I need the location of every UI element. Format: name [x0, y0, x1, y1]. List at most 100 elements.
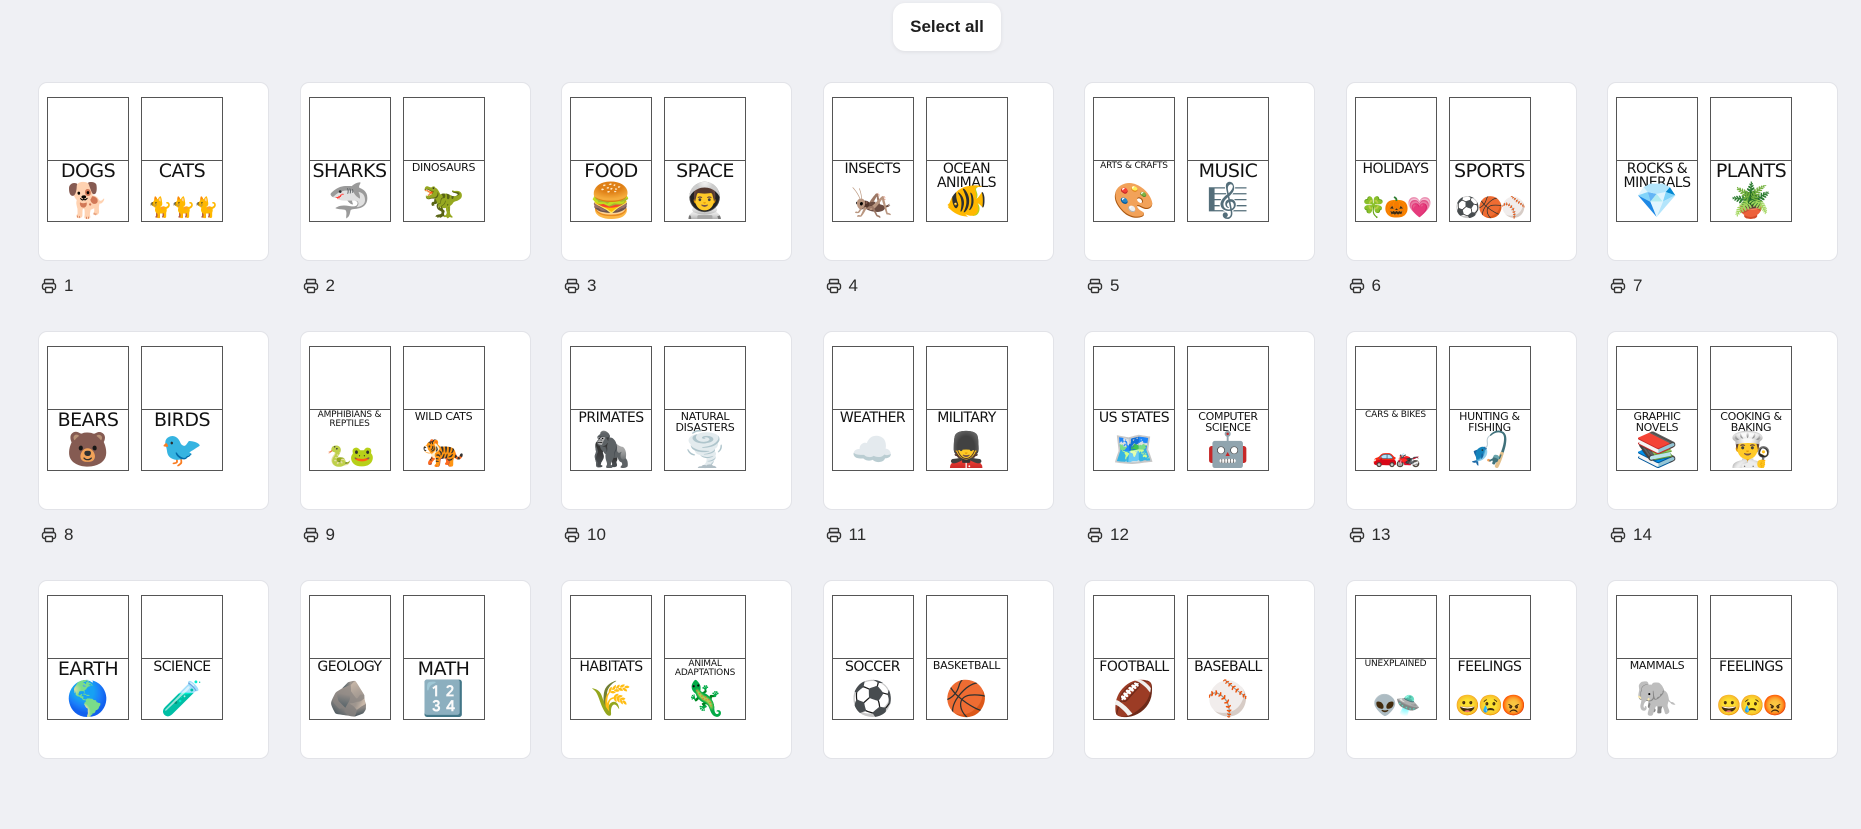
label-title: CARS & BIKES — [1365, 410, 1426, 420]
page-thumbnail[interactable]: FOOD 🍔 SPACE 👨‍🚀 — [561, 82, 792, 261]
printer-icon — [303, 278, 319, 294]
label-picture-icon: 👨‍🚀 — [683, 182, 727, 220]
page-thumbnail[interactable]: WEATHER ☁️ MILITARY 💂 — [822, 331, 1054, 510]
page-thumbnail[interactable]: ROCKS & MINERALS 💎 PLANTS 🪴 — [1607, 82, 1838, 261]
label-title: BIRDS — [153, 409, 211, 431]
label-title: INSECTS — [844, 161, 901, 177]
label-title: HABITATS — [579, 659, 643, 675]
book-bin-label: PRIMATES 🦍 — [570, 346, 652, 471]
book-bin-label: ANIMAL ADAPTATIONS 🦎 — [664, 595, 746, 720]
printer-icon — [564, 527, 580, 543]
page-item: HABITATS 🌾 ANIMAL ADAPTATIONS 🦎 — [561, 580, 792, 829]
page-thumbnail[interactable]: INSECTS 🦗 OCEAN ANIMALS 🐠 — [822, 82, 1054, 261]
page-thumbnail[interactable]: ARTS & CRAFTS 🎨 MUSIC 🎼 — [1084, 82, 1315, 261]
label-picture-icon: 🐻 — [66, 431, 110, 469]
page-item: UNEXPLAINED 👽🛸 FEELINGS 😀😢😡 — [1345, 580, 1577, 829]
label-picture-icon: ☁️ — [851, 431, 894, 469]
page-thumbnail[interactable]: US STATES 🗺️ COMPUTER SCIENCE 🤖 — [1084, 331, 1315, 510]
label-picture-icon: 🧪 — [160, 680, 204, 718]
label-picture-icon: 🐦 — [160, 431, 204, 469]
page-number-label: 6 — [1371, 276, 1381, 295]
page-thumbnail[interactable]: HABITATS 🌾 ANIMAL ADAPTATIONS 🦎 — [561, 580, 792, 759]
page-thumbnail[interactable]: SOCCER ⚽ BASKETBALL 🏀 — [822, 580, 1054, 759]
label-picture-icon: 🦎 — [683, 680, 727, 718]
page-number: 7 — [1610, 276, 1642, 296]
book-bin-label: BASKETBALL 🏀 — [925, 595, 1008, 720]
label-picture-icon: ⚽🏀⚾ — [1455, 197, 1526, 219]
label-picture-icon: 🐈🐈🐈 — [147, 197, 219, 219]
book-bin-label: BEARS 🐻 — [47, 346, 129, 471]
book-bin-label: WEATHER ☁️ — [831, 346, 914, 471]
page-thumbnail[interactable]: UNEXPLAINED 👽🛸 FEELINGS 😀😢😡 — [1345, 580, 1577, 759]
label-title: WILD CATS — [414, 410, 473, 423]
label-picture-icon: 🌾 — [589, 680, 633, 718]
page-item: AMPHIBIANS & REPTILES 🐍🐸 WILD CATS 🐅 9 — [299, 331, 531, 580]
select-all-button[interactable]: Select all — [893, 3, 1001, 51]
label-picture-icon: 🪴 — [1729, 182, 1773, 220]
label-title: SOCCER — [844, 659, 901, 675]
book-bin-label: ARTS & CRAFTS 🎨 — [1093, 97, 1175, 222]
book-bin-label: DOGS 🐕 — [47, 97, 129, 222]
page-thumbnail[interactable]: BEARS 🐻 BIRDS 🐦 — [38, 331, 269, 510]
label-picture-icon: 💎 — [1635, 182, 1679, 220]
page-thumbnail[interactable]: HOLIDAYS 🍀🎃💗 SPORTS ⚽🏀⚾ — [1345, 82, 1577, 261]
page-number: 2 — [303, 276, 335, 296]
label-picture-icon: 🐠 — [945, 182, 988, 220]
printer-icon — [564, 278, 580, 294]
label-title: DOGS — [60, 160, 116, 182]
printer-icon — [1349, 527, 1365, 543]
page-thumbnail[interactable]: EARTH 🌎 SCIENCE 🧪 — [38, 580, 269, 759]
page-item: GRAPHIC NOVELS 📚 COOKING & BAKING 👨‍🍳 14 — [1607, 331, 1838, 580]
book-bin-label: HUNTING & FISHING 🎣 — [1448, 346, 1531, 471]
page-number: 4 — [826, 276, 858, 296]
label-picture-icon: 🐕 — [66, 182, 110, 220]
label-title: EARTH — [57, 658, 119, 680]
label-picture-icon: 💂 — [945, 431, 988, 469]
book-bin-label: CATS 🐈🐈🐈 — [141, 97, 223, 222]
page-number-label: 1 — [64, 276, 74, 295]
page-number: 10 — [564, 525, 606, 545]
page-thumbnail[interactable]: FOOTBALL 🏈 BASEBALL ⚾ — [1084, 580, 1315, 759]
page-thumbnail[interactable]: SHARKS 🦈 DINOSAURS 🦖 — [299, 82, 531, 261]
label-title: SCIENCE — [153, 659, 211, 675]
label-picture-icon: 📚 — [1635, 431, 1679, 469]
label-title: UNEXPLAINED — [1364, 659, 1427, 669]
label-picture-icon: 🐘 — [1635, 680, 1679, 718]
book-bin-label: PLANTS 🪴 — [1710, 97, 1792, 222]
label-title: WEATHER — [839, 410, 906, 426]
page-number: 5 — [1087, 276, 1119, 296]
label-picture-icon: 🏀 — [945, 680, 988, 718]
page-thumbnail[interactable]: CARS & BIKES 🚗🏍️ HUNTING & FISHING 🎣 — [1345, 331, 1577, 510]
label-picture-icon: ⚽ — [851, 680, 894, 718]
page-item: SHARKS 🦈 DINOSAURS 🦖 2 — [299, 82, 531, 331]
label-title: FEELINGS — [1457, 659, 1522, 675]
page-thumbnail[interactable]: PRIMATES 🦍 NATURAL DISASTERS 🌪️ — [561, 331, 792, 510]
book-bin-label: SPORTS ⚽🏀⚾ — [1448, 97, 1531, 222]
page-item: PRIMATES 🦍 NATURAL DISASTERS 🌪️ 10 — [561, 331, 792, 580]
label-picture-icon: 🔢 — [422, 680, 465, 718]
page-thumbnail[interactable]: GRAPHIC NOVELS 📚 COOKING & BAKING 👨‍🍳 — [1607, 331, 1838, 510]
page-thumbnail[interactable]: GEOLOGY 🪨 MATH 🔢 — [299, 580, 531, 759]
label-picture-icon: 🚗🏍️ — [1372, 446, 1421, 468]
page-number: 14 — [1610, 525, 1652, 545]
page-number-label: 13 — [1371, 525, 1391, 544]
label-title: ANIMAL ADAPTATIONS — [674, 659, 736, 678]
page-number-label: 3 — [587, 276, 597, 295]
page-thumbnail[interactable]: MAMMALS 🐘 FEELINGS 😀😢😡 — [1607, 580, 1838, 759]
printer-icon — [826, 278, 842, 294]
label-title: MILITARY — [937, 410, 996, 426]
book-bin-label: GEOLOGY 🪨 — [308, 595, 391, 720]
page-thumbnail[interactable]: AMPHIBIANS & REPTILES 🐍🐸 WILD CATS 🐅 — [299, 331, 531, 510]
page-thumbnail[interactable]: DOGS 🐕 CATS 🐈🐈🐈 — [38, 82, 269, 261]
book-bin-label: FOOTBALL 🏈 — [1093, 595, 1175, 720]
book-bin-label: ROCKS & MINERALS 💎 — [1616, 97, 1698, 222]
label-picture-icon: 🦗 — [851, 182, 894, 220]
book-bin-label: HABITATS 🌾 — [570, 595, 652, 720]
label-title: FOOTBALL — [1099, 659, 1169, 675]
label-title: NATURAL DISASTERS — [675, 410, 735, 434]
label-picture-icon: 🐅 — [422, 431, 465, 469]
page-number-label: 14 — [1633, 525, 1652, 544]
page-number: 13 — [1349, 525, 1391, 545]
book-bin-label: FEELINGS 😀😢😡 — [1448, 595, 1531, 720]
label-title: MAMMALS — [1629, 659, 1685, 672]
